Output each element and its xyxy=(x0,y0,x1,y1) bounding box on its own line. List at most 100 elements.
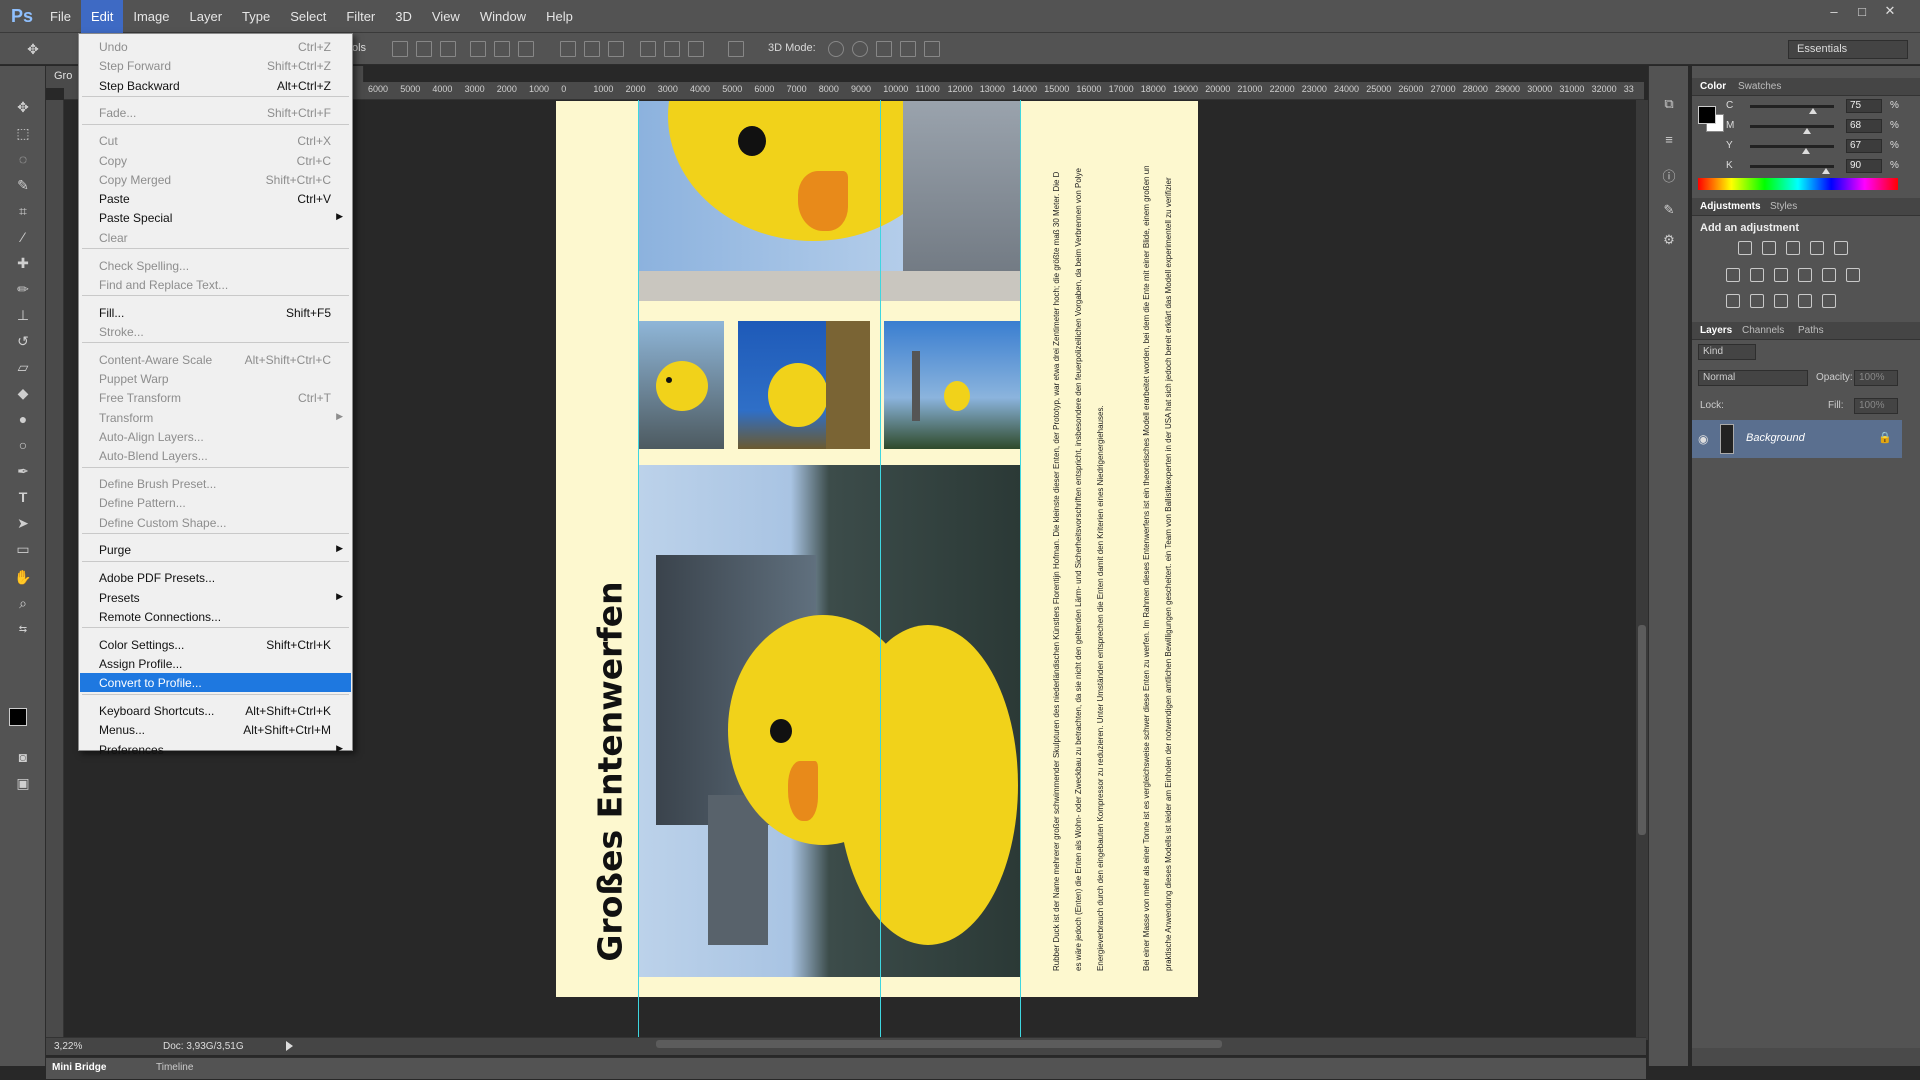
threshold-icon[interactable] xyxy=(1774,294,1788,308)
status-menu-arrow-icon[interactable] xyxy=(286,1041,293,1051)
slider-m-knob[interactable] xyxy=(1803,128,1811,134)
menu-3d[interactable]: 3D xyxy=(385,0,422,33)
black-white-icon[interactable] xyxy=(1774,268,1788,282)
color-balance-icon[interactable] xyxy=(1750,268,1764,282)
3d-slide-icon[interactable] xyxy=(900,41,916,57)
invert-icon[interactable] xyxy=(1726,294,1740,308)
slider-k[interactable]: K 90 % xyxy=(1726,159,1920,174)
info-panel-icon[interactable]: ⓘ xyxy=(1661,166,1677,184)
default-colors-icon[interactable]: ⇆ xyxy=(12,618,34,640)
history-brush-tool-icon[interactable]: ↺ xyxy=(12,330,34,352)
brush-tool-icon[interactable]: ✏ xyxy=(12,278,34,300)
align-bottom-icon[interactable] xyxy=(440,41,456,57)
tab-paths[interactable]: Paths xyxy=(1798,325,1824,336)
slider-m[interactable]: M 68 % xyxy=(1726,119,1920,134)
distribute-hcenter-icon[interactable] xyxy=(664,41,680,57)
vertical-scrollbar[interactable] xyxy=(1636,100,1648,1040)
maximize-button[interactable]: □ xyxy=(1848,0,1876,22)
slider-c[interactable]: C 75 % xyxy=(1726,99,1920,114)
layer-name[interactable]: Background xyxy=(1746,432,1805,444)
align-right-icon[interactable] xyxy=(518,41,534,57)
slider-m-value[interactable]: 68 xyxy=(1846,119,1882,133)
vibrance-icon[interactable] xyxy=(1834,241,1848,255)
menu-file[interactable]: File xyxy=(40,0,81,33)
guide-line-3[interactable] xyxy=(1020,100,1021,1037)
tab-mini-bridge[interactable]: Mini Bridge xyxy=(52,1062,106,1073)
menu-item-fill[interactable]: Fill... Shift+F5 xyxy=(80,303,351,322)
foreground-color-swatch[interactable] xyxy=(9,708,27,726)
menu-item-preferences[interactable]: Preferences ▶ xyxy=(80,740,351,759)
paint-bucket-tool-icon[interactable]: ◆ xyxy=(12,382,34,404)
tab-channels[interactable]: Channels xyxy=(1742,325,1784,336)
vertical-ruler[interactable] xyxy=(46,100,64,1040)
menu-item-adobe-pdf-presets[interactable]: Adobe PDF Presets... xyxy=(80,568,351,587)
slider-c-knob[interactable] xyxy=(1809,108,1817,114)
workspace-select[interactable]: Essentials xyxy=(1788,40,1908,59)
slider-y[interactable]: Y 67 % xyxy=(1726,139,1920,154)
distribute-top-icon[interactable] xyxy=(560,41,576,57)
lasso-tool-icon[interactable]: ◌ xyxy=(12,148,34,170)
menu-select[interactable]: Select xyxy=(280,0,336,33)
zoom-tool-icon[interactable]: ⌕ xyxy=(12,592,34,614)
brush-panel-icon[interactable]: ✎ xyxy=(1661,202,1677,218)
type-tool-icon[interactable]: T xyxy=(12,486,34,508)
move-tool-preset-icon[interactable]: ✥ xyxy=(22,38,44,60)
3d-pan-icon[interactable] xyxy=(876,41,892,57)
menu-item-keyboard-shortcuts[interactable]: Keyboard Shortcuts... Alt+Shift+Ctrl+K xyxy=(80,701,351,720)
slider-y-knob[interactable] xyxy=(1802,148,1810,154)
menu-help[interactable]: Help xyxy=(536,0,583,33)
horizontal-scroll-thumb[interactable] xyxy=(656,1040,1222,1048)
document-page[interactable]: Großes Entenwerfen Rubber Duck ist der N… xyxy=(556,101,1198,997)
menu-item-paste[interactable]: Paste Ctrl+V xyxy=(80,189,351,208)
properties-panel-icon[interactable]: ≡ xyxy=(1661,132,1677,148)
fill-value[interactable]: 100% xyxy=(1854,398,1898,414)
distribute-left-icon[interactable] xyxy=(640,41,656,57)
color-panel-foreground[interactable] xyxy=(1698,106,1716,124)
marquee-tool-icon[interactable]: ⬚ xyxy=(12,122,34,144)
tab-swatches[interactable]: Swatches xyxy=(1738,81,1781,92)
menu-window[interactable]: Window xyxy=(470,0,536,33)
distribute-right-icon[interactable] xyxy=(688,41,704,57)
eyedropper-tool-icon[interactable]: ⁄ xyxy=(12,226,34,248)
doc-size-info[interactable]: Doc: 3,93G/3,51G xyxy=(163,1041,244,1052)
distribute-vcenter-icon[interactable] xyxy=(584,41,600,57)
menu-item-presets[interactable]: Presets ▶ xyxy=(80,588,351,607)
path-select-tool-icon[interactable]: ➤ xyxy=(12,512,34,534)
blend-mode-select[interactable]: Normal xyxy=(1698,370,1808,386)
menu-item-paste-special[interactable]: Paste Special ▶ xyxy=(80,208,351,227)
history-panel-icon[interactable]: ⧉ xyxy=(1661,96,1677,112)
menu-edit[interactable]: Edit xyxy=(80,0,124,33)
dodge-tool-icon[interactable]: ○ xyxy=(12,434,34,456)
tab-adjustments[interactable]: Adjustments xyxy=(1700,201,1761,212)
blur-tool-icon[interactable]: ● xyxy=(12,408,34,430)
exposure-icon[interactable] xyxy=(1810,241,1824,255)
align-top-icon[interactable] xyxy=(392,41,408,57)
3d-rotate-icon[interactable] xyxy=(828,41,844,57)
move-tool-icon[interactable]: ✥ xyxy=(12,96,34,118)
menu-item-remote-connections[interactable]: Remote Connections... xyxy=(80,607,351,626)
tab-layers[interactable]: Layers xyxy=(1700,325,1732,336)
selective-color-icon[interactable] xyxy=(1798,294,1812,308)
brightness-contrast-icon[interactable] xyxy=(1738,241,1752,255)
levels-icon[interactable] xyxy=(1762,241,1776,255)
menu-view[interactable]: View xyxy=(422,0,470,33)
color-lookup-icon[interactable] xyxy=(1846,268,1860,282)
menu-item-menus[interactable]: Menus... Alt+Shift+Ctrl+M xyxy=(80,720,351,739)
3d-roll-icon[interactable] xyxy=(852,41,868,57)
slider-y-track[interactable] xyxy=(1750,145,1834,148)
menu-filter[interactable]: Filter xyxy=(336,0,385,33)
rectangle-tool-icon[interactable]: ▭ xyxy=(12,538,34,560)
guide-line-2[interactable] xyxy=(880,100,881,1037)
channel-mixer-icon[interactable] xyxy=(1822,268,1836,282)
screen-mode-icon[interactable]: ▣ xyxy=(12,772,34,794)
eraser-tool-icon[interactable]: ▱ xyxy=(12,356,34,378)
minimize-button[interactable]: – xyxy=(1820,0,1848,22)
menu-image[interactable]: Image xyxy=(123,0,179,33)
slider-k-value[interactable]: 90 xyxy=(1846,159,1882,173)
slider-y-value[interactable]: 67 xyxy=(1846,139,1882,153)
close-button[interactable]: ✕ xyxy=(1876,0,1904,22)
menu-item-convert-to-profile[interactable]: Convert to Profile... xyxy=(80,673,351,693)
zoom-level[interactable]: 3,22% xyxy=(54,1041,82,1052)
auto-align-icon[interactable] xyxy=(728,41,744,57)
layer-row-background[interactable]: ◉ Background 🔒 xyxy=(1692,420,1902,458)
